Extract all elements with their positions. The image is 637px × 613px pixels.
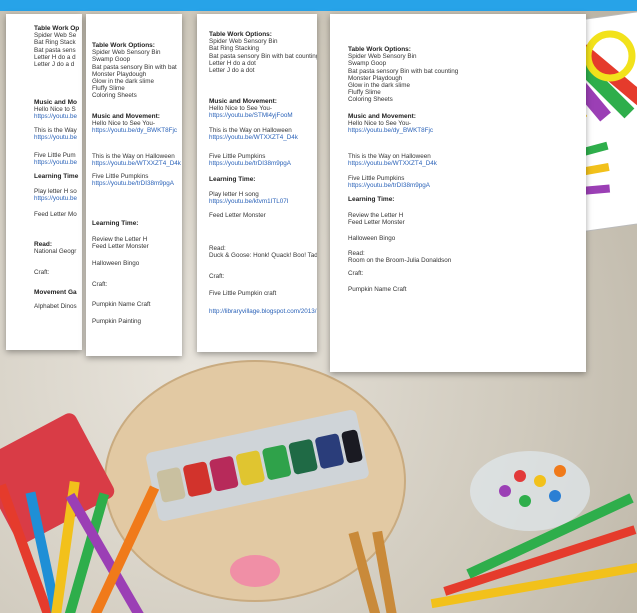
list-item: Room on the Broom-Julia Donaldson — [348, 257, 452, 265]
lesson-card-3: Table Work Options: Spider Web Sensory B… — [197, 14, 317, 352]
list-item: Pumpkin Name Craft — [348, 286, 407, 293]
list-item: National Geogr — [34, 248, 77, 256]
list-item: Play letter H song — [209, 191, 259, 198]
card2-craft-heading: Craft: — [92, 281, 108, 288]
lesson-card-2: Table Work Options: Spider Web Sensory B… — [86, 14, 182, 356]
card4-learning-heading: Learning Time: — [348, 196, 395, 203]
list-item: Feed Letter Monster — [348, 219, 405, 227]
list-item: Feed Letter Mo — [34, 211, 77, 218]
card1-learning-heading: Learning Time — [34, 173, 79, 180]
list-item: Hello Nice to See You- — [92, 120, 156, 128]
list-item: Bat Ring Stacking — [209, 45, 260, 53]
video-link[interactable]: https://youtu.be/WTXXZT4_D4k — [348, 160, 582, 167]
video-link[interactable]: https://youtu.be/dy_BWKT8Fjc — [348, 127, 582, 134]
card2-table-work-heading: Table Work Options: — [92, 42, 155, 49]
list-item: Feed Letter Monster — [209, 212, 266, 219]
card1-music-heading: Music and Mo — [34, 99, 77, 106]
top-bar — [0, 0, 637, 11]
list-item: Alphabet Dinos — [34, 303, 77, 310]
list-item: Swamp Goop — [92, 56, 131, 64]
list-item: Spider Web Sensory Bin — [209, 38, 278, 46]
video-link[interactable]: https://youtu.be/WTXXZT4_D4k — [209, 134, 313, 141]
video-link[interactable]: https://youtu.be/ktvm1ITL07I — [209, 198, 313, 205]
video-link[interactable]: https://youtu.be/dy_BWKT8Fjc — [92, 127, 178, 134]
list-item: Bat pasta sensory Bin with bat — [92, 63, 177, 71]
list-item: Glow in the dark slime — [92, 78, 154, 86]
video-link[interactable]: https://youtu.be — [34, 195, 78, 202]
list-item: Monster Playdough — [348, 74, 403, 82]
card4-table-work-heading: Table Work Options: — [348, 46, 411, 53]
video-link[interactable]: https://youtu.be/STMl4yjFooM — [209, 112, 313, 119]
list-item: Spider Web Se — [34, 32, 77, 40]
list-item: Glow in the dark slime — [348, 82, 410, 90]
list-item: Spider Web Sensory Bin — [92, 49, 161, 57]
video-link[interactable]: https://youtu.be/WTXXZT4_D4k — [92, 160, 181, 167]
list-item: Monster Playdough — [92, 70, 147, 78]
list-item: Five Little Pumpkins — [348, 175, 405, 182]
video-link[interactable]: https://youtu.be — [34, 134, 78, 141]
list-item: Halloween Bingo — [92, 260, 140, 267]
list-item: Coloring Sheets — [348, 96, 393, 104]
list-item: Bat pasta sensory Bin with bat counting — [348, 67, 459, 75]
list-item: This is the Way on Halloween — [209, 127, 292, 134]
card1-read-heading: Read: — [34, 241, 53, 248]
fish-eraser — [230, 555, 280, 587]
list-item: Feed Letter Monster — [92, 243, 149, 251]
list-item: Fluffy Slime — [348, 89, 381, 97]
craft-link[interactable]: http://libraryvillage.blogspot.com/2013/… — [209, 308, 317, 315]
list-item: Halloween Bingo — [348, 235, 396, 242]
list-item: Letter H do a d — [34, 53, 76, 61]
card3-read-heading: Read: — [209, 245, 226, 252]
video-link[interactable]: https://youtu.be/trDI38m9pgA — [92, 180, 178, 187]
list-item: Letter H do a dot — [209, 59, 256, 67]
card4-craft-heading: Craft: — [348, 270, 364, 277]
card1-movement-heading: Movement Ga — [34, 289, 77, 296]
list-item: Bat pasta sens — [34, 46, 76, 54]
list-item: Bat pasta sensory Bin with bat counting — [209, 52, 317, 60]
list-item: Pumpkin Name Craft — [92, 301, 151, 308]
list-item: Five Little Pumpkins — [209, 153, 266, 160]
list-item: This is the Way on Halloween — [92, 153, 175, 160]
list-item: Hello Nice to See You- — [348, 120, 412, 128]
list-item: Letter J do a d — [34, 61, 75, 69]
list-item: Review the Letter H — [348, 212, 404, 219]
list-item: Five Little Pumpkins — [92, 173, 149, 180]
card2-learning-heading: Learning Time: — [92, 220, 139, 227]
list-item: Letter J do a dot — [209, 67, 255, 75]
lesson-card-4: Table Work Options: Spider Web Sensory B… — [330, 14, 586, 372]
list-item: Hello Nice to S — [34, 106, 76, 114]
list-item: Five Little Pumpkin craft — [209, 290, 277, 297]
card1-craft-label: Craft: — [34, 269, 50, 276]
list-item: Play letter H so — [34, 188, 77, 195]
list-item: Five Little Pum — [34, 152, 76, 159]
video-link[interactable]: https://youtu.be/trDI38m9pgA — [348, 182, 582, 189]
card2-music-heading: Music and Movement: — [92, 113, 160, 120]
list-item: Fluffy Slime — [92, 85, 125, 93]
video-link[interactable]: https://youtu.be — [34, 113, 78, 120]
lesson-card-1: Table Work Op Spider Web Se Bat Ring Sta… — [6, 14, 82, 350]
list-item: Hello Nice to See You- — [209, 105, 273, 113]
list-item: This is the Way — [34, 127, 77, 134]
card3-craft-heading: Craft: — [209, 273, 225, 280]
card4-read-heading: Read: — [348, 250, 365, 257]
list-item: Coloring Sheets — [92, 92, 137, 100]
list-item: Duck & Goose: Honk! Quack! Boo! Tad H — [209, 252, 317, 260]
card3-music-heading: Music and Movement: — [209, 98, 277, 105]
card1-table-work-heading: Table Work Op — [34, 25, 80, 32]
list-item: Bat Ring Stack — [34, 39, 76, 47]
list-item: Spider Web Sensory Bin — [348, 53, 417, 61]
list-item: Swamp Goop — [348, 60, 387, 68]
card3-learning-heading: Learning Time: — [209, 176, 256, 183]
video-link[interactable]: https://youtu.be/trDI38m9pgA — [209, 160, 313, 167]
list-item: This is the Way on Halloween — [348, 153, 431, 160]
card3-table-work-heading: Table Work Options: — [209, 31, 272, 38]
video-link[interactable]: https://youtu.be — [34, 159, 78, 166]
card4-music-heading: Music and Movement: — [348, 113, 416, 120]
list-item: Pumpkin Painting — [92, 318, 142, 325]
list-item: Review the Letter H — [92, 236, 148, 243]
